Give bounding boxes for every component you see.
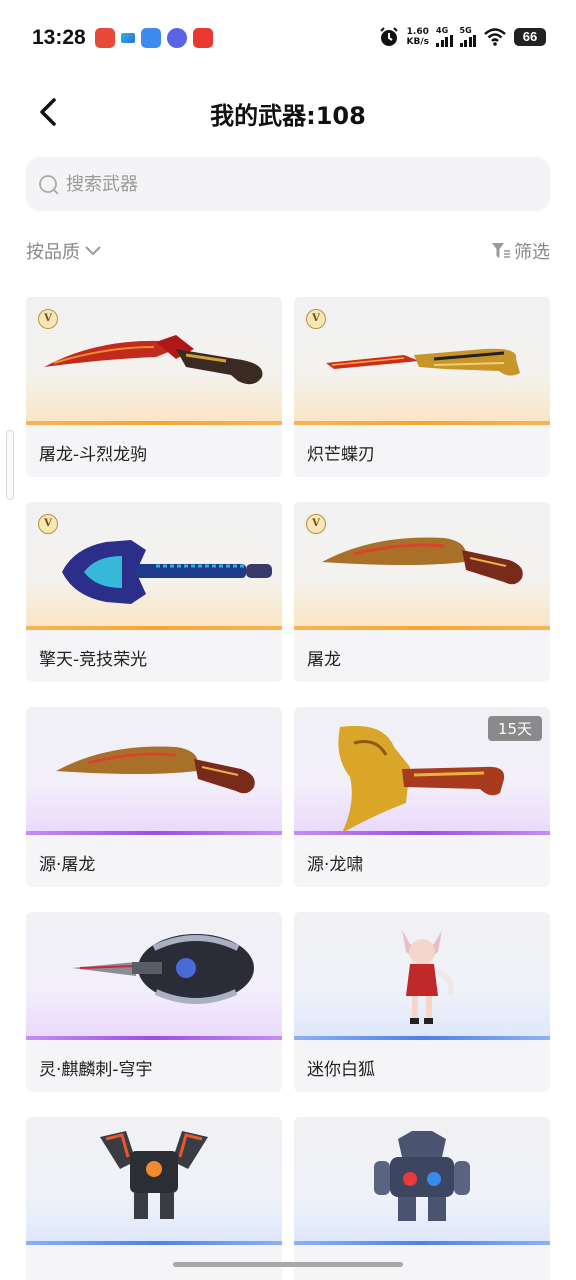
- v-badge: V: [306, 514, 326, 534]
- kukri-art: [322, 537, 523, 585]
- weapon-image: [26, 297, 282, 425]
- weapon-card[interactable]: V 屠龙-斗烈龙驹: [26, 297, 282, 477]
- v-badge: V: [306, 309, 326, 329]
- quality-stripe: [26, 1036, 282, 1040]
- shovel-art: [62, 540, 272, 604]
- weapon-card[interactable]: 灵·麒麟刺-穹宇: [26, 912, 282, 1092]
- weapon-name: 炽芒蝶刃: [307, 445, 375, 465]
- weapon-image: [26, 912, 282, 1040]
- weapon-image: [294, 1117, 550, 1245]
- quality-stripe: [26, 1241, 282, 1245]
- net-speed: 1.60 KB/s: [407, 27, 429, 47]
- kukri-art: [56, 746, 255, 794]
- sort-quality-button[interactable]: 按品质: [26, 238, 102, 264]
- app-purple-icon: [167, 28, 187, 48]
- quality-stripe: [294, 831, 550, 835]
- fox-figure-art: [402, 930, 454, 1024]
- sort-label: 按品质: [26, 242, 80, 263]
- search-bar[interactable]: [26, 157, 550, 211]
- weapon-name: 屠龙-斗烈龙驹: [39, 445, 148, 465]
- app-bluegreen-icon: [121, 33, 135, 43]
- filter-icon: [492, 243, 510, 258]
- status-indicators: 1.60 KB/s 4G 5G 66: [378, 26, 546, 48]
- app-blue-icon: [141, 28, 161, 48]
- weapon-name: 屠龙: [307, 650, 341, 670]
- weapon-name: 迷你白狐: [307, 1060, 375, 1080]
- app-red-icon: [95, 28, 115, 48]
- filter-label: 筛选: [514, 242, 550, 263]
- weapon-name: 擎天-竞技荣光: [39, 650, 148, 670]
- weapon-card[interactable]: V 屠龙: [294, 502, 550, 682]
- signal-icon: 5G: [459, 26, 476, 47]
- quality-stripe: [294, 421, 550, 425]
- page-title: 我的武器:108: [210, 102, 366, 130]
- weapon-card[interactable]: V 擎天-竞技荣光: [26, 502, 282, 682]
- search-input[interactable]: [66, 169, 536, 199]
- status-app-icons: [95, 28, 213, 48]
- robot-art: [374, 1131, 470, 1221]
- sim2-label: 5G: [459, 26, 472, 35]
- weapon-card[interactable]: V 炽芒蝶刃: [294, 297, 550, 477]
- knife-art: [44, 335, 263, 385]
- v-badge: V: [38, 309, 58, 329]
- weapon-name: 源·屠龙: [39, 855, 96, 875]
- status-time: 13:28: [32, 26, 86, 49]
- weapon-image: [294, 502, 550, 630]
- status-bar: 13:28 1.60 KB/s 4G 5G 66: [0, 0, 576, 80]
- alarm-icon: [379, 27, 398, 46]
- wifi-icon: [484, 28, 506, 46]
- sim1-label: 4G: [436, 26, 449, 35]
- mech-art: [100, 1131, 208, 1219]
- weapon-grid: V 屠龙-斗烈龙驹 V 炽芒蝶刃 V 擎天-竞技荣光 V 屠龙 源·屠龙 15天…: [26, 297, 550, 1280]
- filter-button[interactable]: 筛选: [491, 238, 550, 264]
- home-indicator[interactable]: [173, 1262, 403, 1267]
- quality-stripe: [294, 1036, 550, 1040]
- weapon-name: 灵·麒麟刺-穹宇: [39, 1060, 153, 1080]
- app-redvideo-icon: [193, 28, 213, 48]
- search-icon: [39, 175, 59, 195]
- quality-stripe: [26, 626, 282, 630]
- weapon-card[interactable]: [294, 1117, 550, 1280]
- weapon-card[interactable]: 源·屠龙: [26, 707, 282, 887]
- weapon-card[interactable]: [26, 1117, 282, 1280]
- quality-stripe: [294, 1241, 550, 1245]
- weapon-image: [294, 912, 550, 1040]
- quality-stripe: [26, 421, 282, 425]
- weapon-image: [26, 502, 282, 630]
- header: 我的武器:108: [0, 80, 576, 144]
- chevron-down-icon: [85, 246, 101, 256]
- v-badge: V: [38, 514, 58, 534]
- battery-icon: 66: [514, 28, 546, 46]
- net-speed-value: 1.60: [406, 27, 429, 37]
- quality-stripe: [294, 626, 550, 630]
- spike-art: [72, 934, 254, 1004]
- weapon-name: 源·龙啸: [307, 855, 364, 875]
- signal-icon: 4G: [436, 27, 453, 47]
- weapon-card[interactable]: 迷你白狐: [294, 912, 550, 1092]
- weapon-card[interactable]: 15天 源·龙啸: [294, 707, 550, 887]
- quality-stripe: [26, 831, 282, 835]
- side-handle[interactable]: [6, 430, 14, 500]
- duration-badge: 15天: [487, 716, 542, 741]
- weapon-image: [294, 297, 550, 425]
- butterfly-knife-art: [326, 348, 520, 376]
- weapon-image: [26, 1117, 282, 1245]
- weapon-image: [26, 707, 282, 835]
- net-speed-unit: KB/s: [406, 37, 429, 47]
